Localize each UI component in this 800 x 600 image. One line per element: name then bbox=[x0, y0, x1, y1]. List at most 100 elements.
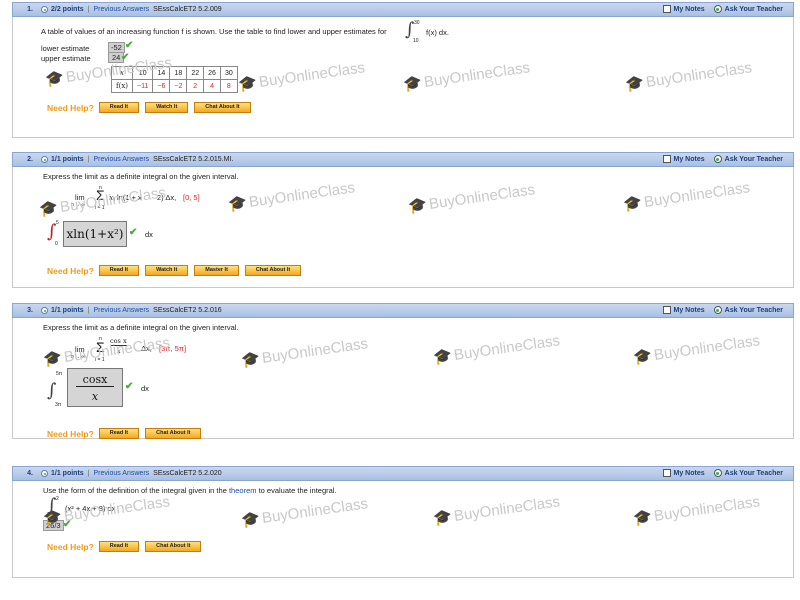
need-help-bar: Need Help? Read It Watch It Master It Ch… bbox=[47, 265, 307, 276]
my-notes-checkbox[interactable] bbox=[662, 469, 671, 477]
question-header: 4. 1/1 points | Previous Answers SEssCal… bbox=[12, 466, 794, 481]
previous-answers-link[interactable]: Previous Answers bbox=[94, 156, 150, 163]
need-help-bar: Need Help? Read It Chat About It bbox=[47, 541, 207, 552]
need-help-bar: Need Help? Read It Chat About It bbox=[47, 428, 207, 439]
chat-about-it-button[interactable]: Chat About It bbox=[145, 541, 202, 552]
question-code: SEssCalcET2 5.2.016 bbox=[153, 307, 222, 314]
table-cell: −6 bbox=[152, 79, 171, 93]
answer-input[interactable]: cosx x bbox=[67, 368, 123, 407]
table-cell: 30 bbox=[219, 66, 238, 80]
points-link[interactable]: 1/1 points bbox=[51, 470, 84, 477]
need-help-label: Need Help? bbox=[47, 428, 94, 439]
upper-estimate-label: upper estimate bbox=[41, 54, 91, 63]
read-it-button[interactable]: Read It bbox=[98, 265, 140, 276]
status-icon bbox=[41, 6, 48, 13]
read-it-button[interactable]: Read It bbox=[98, 541, 140, 552]
question-number: 1. bbox=[27, 6, 33, 13]
question-header: 1. 2/2 points | Previous Answers SEssCal… bbox=[12, 2, 794, 17]
watermark: 🎓BuyOnlineClass bbox=[402, 59, 532, 94]
previous-answers-link[interactable]: Previous Answers bbox=[94, 307, 150, 314]
question-body: Express the limit as a definite integral… bbox=[12, 318, 794, 439]
question-prompt: Express the limit as a definite integral… bbox=[43, 172, 239, 181]
question-1: 1. 2/2 points | Previous Answers SEssCal… bbox=[12, 2, 794, 138]
my-notes-checkbox[interactable] bbox=[662, 155, 671, 163]
watermark: 🎓BuyOnlineClass bbox=[624, 59, 754, 94]
watermark: 🎓BuyOnlineClass bbox=[237, 59, 367, 94]
ask-teacher-icon[interactable] bbox=[713, 469, 722, 477]
ask-teacher-link[interactable]: Ask Your Teacher bbox=[725, 307, 783, 314]
question-code: SEssCalcET2 5.2.020 bbox=[153, 470, 222, 477]
previous-answers-link[interactable]: Previous Answers bbox=[94, 470, 150, 477]
question-prompt: Express the limit as a definite integral… bbox=[43, 323, 239, 332]
watermark: 🎓BuyOnlineClass bbox=[432, 493, 562, 528]
chat-about-it-button[interactable]: Chat About It bbox=[194, 102, 251, 113]
master-it-button[interactable]: Master It bbox=[194, 265, 239, 276]
my-notes-link[interactable]: My Notes bbox=[674, 156, 705, 163]
watermark: 🎓BuyOnlineClass bbox=[622, 179, 752, 214]
my-notes-link[interactable]: My Notes bbox=[674, 6, 705, 13]
table-cell: 26 bbox=[203, 66, 221, 80]
status-icon bbox=[41, 470, 48, 477]
table-cell: 4 bbox=[203, 79, 221, 93]
dx-label: dx bbox=[141, 384, 149, 393]
previous-answers-link[interactable]: Previous Answers bbox=[94, 6, 150, 13]
my-notes-checkbox[interactable] bbox=[662, 306, 671, 314]
table-cell: 8 bbox=[219, 79, 238, 93]
question-body: Use the form of the definition of the in… bbox=[12, 481, 794, 578]
question-code: SEssCalcET2 5.2.009 bbox=[153, 6, 222, 13]
question-prompt: Use the form of the definition of the in… bbox=[43, 486, 337, 495]
table-cell: 2 bbox=[186, 79, 205, 93]
integral-expression: ∫ 30 10 f(x) dx. bbox=[405, 19, 449, 44]
status-icon bbox=[41, 307, 48, 314]
ask-teacher-icon[interactable] bbox=[713, 155, 722, 163]
correct-check-icon: ✔ bbox=[129, 227, 138, 238]
watermark: 🎓BuyOnlineClass bbox=[227, 179, 357, 214]
my-notes-link[interactable]: My Notes bbox=[674, 470, 705, 477]
chat-about-it-button[interactable]: Chat About It bbox=[145, 428, 202, 439]
ask-teacher-icon[interactable] bbox=[713, 306, 722, 314]
ask-teacher-link[interactable]: Ask Your Teacher bbox=[725, 470, 783, 477]
question-number: 2. bbox=[27, 156, 33, 163]
ask-teacher-icon[interactable] bbox=[713, 5, 722, 13]
my-notes-link[interactable]: My Notes bbox=[674, 307, 705, 314]
chat-about-it-button[interactable]: Chat About It bbox=[244, 265, 302, 276]
question-code: SEssCalcET2 5.2.015.MI. bbox=[153, 156, 234, 163]
read-it-button[interactable]: Read It bbox=[98, 102, 140, 113]
read-it-button[interactable]: Read It bbox=[98, 428, 140, 439]
points-link[interactable]: 2/2 points bbox=[51, 6, 84, 13]
question-body: A table of values of an increasing funct… bbox=[12, 17, 794, 138]
watermark: 🎓BuyOnlineClass bbox=[632, 332, 762, 367]
my-notes-checkbox[interactable] bbox=[662, 5, 671, 13]
table-cell: −11 bbox=[132, 79, 154, 93]
question-body: Express the limit as a definite integral… bbox=[12, 167, 794, 288]
watermark: 🎓BuyOnlineClass bbox=[240, 335, 370, 370]
correct-check-icon: ✔ bbox=[125, 381, 134, 392]
question-header: 2. 1/1 points | Previous Answers SEssCal… bbox=[12, 152, 794, 167]
need-help-label: Need Help? bbox=[47, 541, 94, 552]
status-icon bbox=[41, 156, 48, 163]
need-help-bar: Need Help? Read It Watch It Chat About I… bbox=[47, 102, 257, 113]
dx-label: dx bbox=[145, 230, 153, 239]
need-help-label: Need Help? bbox=[47, 265, 94, 276]
need-help-label: Need Help? bbox=[47, 102, 94, 113]
question-prompt: A table of values of an increasing funct… bbox=[41, 27, 387, 36]
question-4: 4. 1/1 points | Previous Answers SEssCal… bbox=[12, 466, 794, 578]
points-link[interactable]: 1/1 points bbox=[51, 307, 84, 314]
question-number: 3. bbox=[27, 307, 33, 314]
table-cell: −2 bbox=[169, 79, 188, 93]
watch-it-button[interactable]: Watch It bbox=[145, 265, 189, 276]
answer-input[interactable]: xln(1+x²) bbox=[63, 221, 127, 247]
watch-it-button[interactable]: Watch It bbox=[145, 102, 189, 113]
answer-integral: ∫ 5 0 xln(1+x²) ✔ dx bbox=[47, 220, 153, 247]
points-link[interactable]: 1/1 points bbox=[51, 156, 84, 163]
question-header: 3. 1/1 points | Previous Answers SEssCal… bbox=[12, 303, 794, 318]
ask-teacher-link[interactable]: Ask Your Teacher bbox=[725, 6, 783, 13]
question-number: 4. bbox=[27, 470, 33, 477]
correct-check-icon: ✔ bbox=[125, 40, 134, 51]
table-cell: 22 bbox=[186, 66, 205, 80]
watermark: 🎓BuyOnlineClass bbox=[407, 181, 537, 216]
answer-integral: ∫ 5π 3π cosx x ✔ dx bbox=[47, 368, 187, 412]
question-3: 3. 1/1 points | Previous Answers SEssCal… bbox=[12, 303, 794, 439]
ask-teacher-link[interactable]: Ask Your Teacher bbox=[725, 156, 783, 163]
theorem-link[interactable]: theorem bbox=[229, 486, 257, 495]
